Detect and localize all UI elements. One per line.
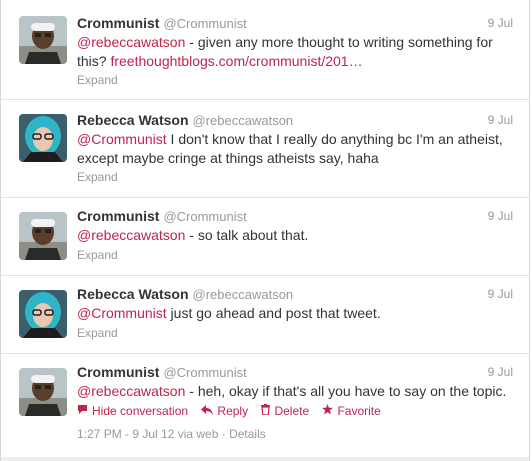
avatar-crommunist[interactable] [19,368,67,416]
author-fullname[interactable]: Crommunist [77,208,159,224]
favorite-label: Favorite [337,404,381,418]
expand-link[interactable]: Expand [77,73,118,87]
author-fullname[interactable]: Crommunist [77,364,159,380]
stream-bottom-border [1,457,529,461]
star-icon [322,404,334,418]
tweet-header: Rebecca Watson @rebeccawatson 9 Jul [77,286,513,304]
reply-button[interactable]: Reply [201,404,248,418]
tweet-timestamp[interactable]: 9 Jul [488,209,513,223]
tweet-text: @rebeccawatson - heh, okay if that's all… [77,382,517,401]
tweet-expanded[interactable]: Crommunist @Crommunist 9 Jul @rebeccawats… [1,354,529,461]
tweet-stream: Crommunist @Crommunist 9 Jul @rebeccawats… [0,0,530,461]
tweet-body: - heh, okay if that's all you have to sa… [185,383,507,399]
mention-link[interactable]: @Crommunist [77,131,167,147]
author-fullname[interactable]: Rebecca Watson [77,286,189,302]
tweet-text: @rebeccawatson - so talk about that. [77,226,517,245]
tweet-timestamp[interactable]: 9 Jul [488,365,513,379]
avatar-crommunist[interactable] [19,16,67,64]
tweet-body: - so talk about that. [185,227,309,243]
tweet-timestamp[interactable]: 9 Jul [488,287,513,301]
reply-arrow-icon [201,404,214,418]
url-link[interactable]: freethoughtblogs.com/crommunist/201… [110,53,362,69]
delete-button[interactable]: Delete [261,404,309,418]
tweet-header: Rebecca Watson @rebeccawatson 9 Jul [77,112,513,130]
tweet-text: @Crommunist just go ahead and post that … [77,304,517,323]
tweet[interactable]: Rebecca Watson @rebeccawatson 9 Jul @Crom… [1,276,529,354]
tweet-timestamp[interactable]: 9 Jul [488,113,513,127]
mention-link[interactable]: @rebeccawatson [77,34,185,50]
hide-conversation-label: Hide conversation [92,404,189,418]
trash-icon [261,404,271,418]
tweet[interactable]: Rebecca Watson @rebeccawatson 9 Jul @Crom… [1,100,529,198]
tweet-header: Crommunist @Crommunist 9 Jul [77,364,513,382]
expand-link[interactable]: Expand [77,248,118,262]
favorite-button[interactable]: Favorite [322,404,381,418]
tweet-header: Crommunist @Crommunist 9 Jul [77,15,513,33]
avatar-rebecca-watson[interactable] [19,290,67,338]
avatar-crommunist[interactable] [19,212,67,260]
author-username[interactable]: @Crommunist [163,365,246,380]
author-username[interactable]: @Crommunist [163,209,246,224]
hide-conversation-button[interactable]: Hide conversation [77,404,188,418]
author-fullname[interactable]: Rebecca Watson [77,112,189,128]
tweet-timestamp[interactable]: 9 Jul [488,16,513,30]
tweet-actions: Hide conversation Reply Delete Favorite [77,404,391,418]
tweet-text: @Crommunist I don't know that I really d… [77,130,517,168]
author-fullname[interactable]: Crommunist [77,15,159,31]
mention-link[interactable]: @rebeccawatson [77,383,185,399]
tweet-text: @rebeccawatson - given any more thought … [77,33,517,71]
author-username[interactable]: @rebeccawatson [193,113,294,128]
tweet-header: Crommunist @Crommunist 9 Jul [77,208,513,226]
expand-link[interactable]: Expand [77,326,118,340]
tweet[interactable]: Crommunist @Crommunist 9 Jul @rebeccawats… [1,198,529,276]
tweet-body: just go ahead and post that tweet. [166,305,381,321]
author-username[interactable]: @Crommunist [163,16,246,31]
speech-bubble-icon [77,404,88,418]
author-username[interactable]: @rebeccawatson [193,287,294,302]
expand-link[interactable]: Expand [77,170,118,184]
delete-label: Delete [274,404,310,418]
reply-label: Reply [217,404,249,418]
tweet[interactable]: Crommunist @Crommunist 9 Jul @rebeccawats… [1,0,529,100]
tweet-details-meta[interactable]: 1:27 PM - 9 Jul 12 via web · Details [77,427,266,441]
mention-link[interactable]: @rebeccawatson [77,227,185,243]
mention-link[interactable]: @Crommunist [77,305,167,321]
avatar-rebecca-watson[interactable] [19,114,67,162]
